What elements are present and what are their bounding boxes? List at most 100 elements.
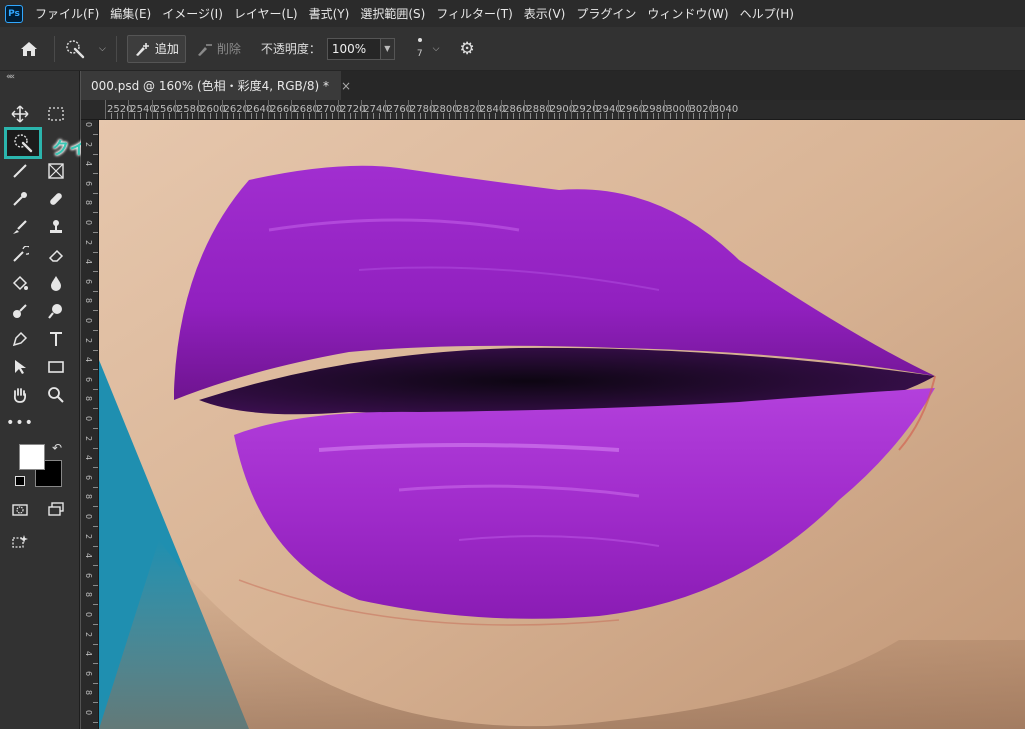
blur-tool[interactable] [43,270,69,296]
horizontal-ruler[interactable]: 2520 2540 2560 2580 2600 2620 2640 2660 2680 2700… [81,100,1025,120]
zoom-tool[interactable] [43,382,69,408]
quick-mask-button[interactable] [7,497,33,523]
content-aware-button[interactable] [7,529,33,555]
ruler-minor-tick [169,113,171,119]
healing-brush-tool[interactable] [43,186,69,212]
menu-type[interactable]: 書式(Y) [309,5,350,22]
ruler-major-tick [407,100,409,119]
ruler-minor-tick [227,113,229,119]
default-colors-icon[interactable] [15,476,25,486]
opacity-input[interactable] [326,37,381,60]
add-to-selection-button[interactable]: 追加 [126,34,186,63]
ruler-label: 0 [84,612,93,618]
history-brush-tool[interactable] [7,242,33,268]
menu-edit[interactable]: 編集(E) [110,5,151,22]
ruler-major-tick [640,100,642,119]
menu-select[interactable]: 選択範囲(S) [360,5,425,22]
ruler-minor-tick [530,113,532,119]
photoshop-logo[interactable]: Ps [5,4,23,23]
ruler-minor-tick [93,624,98,625]
swap-colors-icon[interactable]: ↶ [52,441,62,455]
ruler-minor-tick [93,134,98,135]
ruler-minor-tick [134,113,136,119]
menu-window[interactable]: ウィンドウ(W) [647,5,728,22]
subtract-from-selection-button[interactable]: 削除 [190,35,247,63]
ruler-minor-tick [116,113,118,119]
ruler-minor-tick [93,388,98,390]
eyedropper-tool[interactable] [7,186,33,212]
screen-mode-button[interactable] [43,497,69,523]
ruler-minor-tick [728,113,730,119]
sparkle-selection-icon [12,535,28,548]
ruler-major-tick [314,100,316,119]
menu-help[interactable]: ヘルプ(H) [740,5,794,22]
brush-tool[interactable] [7,214,33,240]
lasso-tool[interactable] [7,158,33,184]
ruler-minor-tick [93,663,98,665]
ruler-major-tick [710,100,712,119]
close-icon[interactable]: × [341,79,351,93]
eraser-tool[interactable] [43,242,69,268]
ruler-minor-tick [93,153,98,155]
menu-layer[interactable]: レイヤー(L) [234,5,298,22]
ruler-label: 2 [84,141,93,147]
ruler-minor-tick [460,113,462,119]
frame-tool[interactable] [43,158,69,184]
document-canvas[interactable] [99,120,1025,729]
ruler-minor-tick [425,113,427,119]
chevron-down-icon[interactable]: ⌵ [433,44,440,54]
ruler-label: 4 [84,357,93,363]
ruler-minor-tick [93,584,98,586]
menu-file[interactable]: ファイル(F) [35,5,99,22]
dodge-tool[interactable] [7,298,33,324]
document-tab[interactable]: 000.psd @ 160% (色相・彩度4, RGB/8) * × [81,71,351,100]
stamp-tool[interactable] [43,214,69,240]
sponge-tool[interactable] [43,298,69,324]
move-tool[interactable] [7,101,33,127]
ruler-minor-tick [93,290,98,292]
paint-bucket-tool[interactable] [7,270,33,296]
menu-image[interactable]: イメージ(I) [162,5,223,22]
ruler-major-tick [128,100,130,119]
menu-filter[interactable]: フィルター(T) [436,5,512,22]
ruler-minor-tick [559,113,561,119]
path-selection-tool[interactable] [7,354,33,380]
ruler-minor-tick [93,447,98,449]
home-icon [21,41,37,56]
ruler-minor-tick [93,408,98,410]
ruler-minor-tick [635,113,637,119]
gear-icon[interactable]: ⚙ [459,39,474,59]
hand-tool[interactable] [7,382,33,408]
sponge-icon [48,304,62,319]
ruler-minor-tick [93,192,98,194]
magnifier-icon [48,387,64,403]
ruler-label: 8 [84,396,93,402]
rectangle-tool[interactable] [43,354,69,380]
collapse-panel-icon[interactable]: «« [6,72,15,82]
add-label: 追加 [154,42,179,56]
brush-size-picker[interactable]: 7 [417,38,423,59]
ruler-label: 4 [84,553,93,559]
quick-selection-tool-highlight[interactable] [4,127,42,159]
ruler-minor-tick [355,113,357,119]
ruler-minor-tick [93,330,98,331]
opacity-dropdown[interactable]: ▼ [380,37,395,60]
ruler-minor-tick [279,113,281,119]
ruler-minor-tick [675,113,677,119]
menu-view[interactable]: 表示(V) [524,5,566,22]
marquee-tool[interactable] [43,101,69,127]
ruler-minor-tick [367,113,369,119]
pen-tool[interactable] [7,326,33,352]
chevron-down-icon: ⌵ [99,43,106,54]
vertical-ruler[interactable]: 0 2 4 6 8 0 2 4 6 8 0 2 4 6 8 0 2 4 6 8 0 2 4 6 8 0 2 4 6 8 0 [81,120,99,729]
ruler-label: 0 [84,710,93,716]
type-tool[interactable] [43,326,69,352]
ruler-minor-tick [285,113,287,119]
rectangle-icon [48,361,64,373]
hand-icon [13,388,27,403]
menu-plugins[interactable]: プラグイン [576,5,636,22]
foreground-color-swatch[interactable] [19,444,45,470]
tool-preset-picker[interactable]: ⌵ [65,39,106,59]
edit-toolbar-button[interactable]: ••• [6,410,33,436]
home-button[interactable] [14,34,44,64]
